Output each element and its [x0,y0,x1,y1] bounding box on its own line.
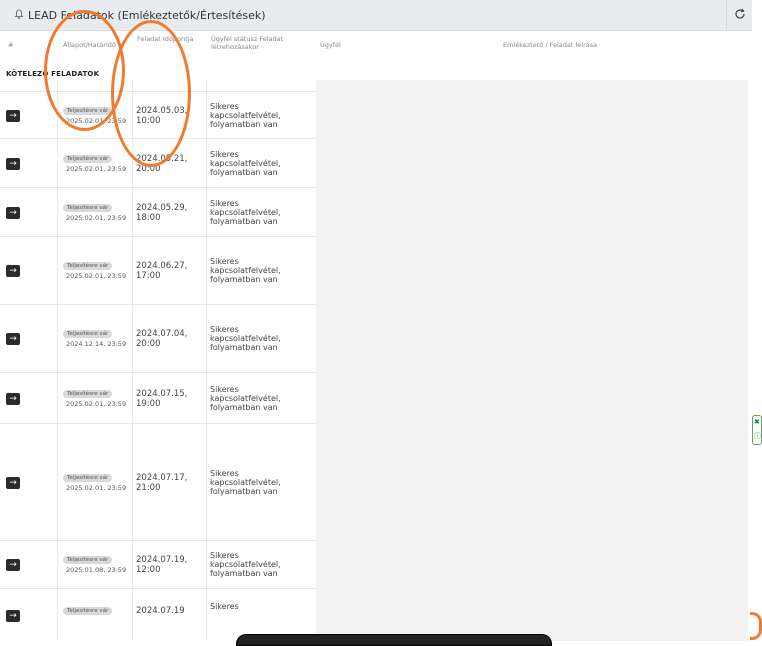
client-status-text: Sikeres kapcsolatfelvétel, folyamatban v… [210,150,281,177]
open-task-button[interactable]: → [6,610,20,622]
table-row[interactable]: → Teljesítésre vár 2025.01.08, 23:59 202… [0,540,316,588]
client-status-text: Sikeres kapcsolatfelvétel, folyamatban v… [210,551,281,578]
task-datetime: 2024.05.29, 18:00 [136,203,188,223]
client-status-text: Sikeres [210,602,239,611]
page-edge [752,0,762,641]
open-task-button[interactable]: → [6,393,20,405]
open-task-button[interactable]: → [6,265,20,277]
deadline-text: 2025.02.01, 23:59 [66,165,127,173]
open-task-button[interactable]: → [6,477,20,489]
table-row[interactable]: → Teljesítésre vár 2024.12.14, 23:59 202… [0,304,316,372]
client-status-text: Sikeres kapcsolatfelvétel, folyamatban v… [210,469,281,496]
column-client-status[interactable]: Ügyfél státusz Feladat létrehozásakor [211,35,311,51]
status-badge: Teljesítésre vár [63,556,113,564]
client-status-text: Sikeres kapcsolatfelvétel, folyamatban v… [210,257,281,284]
side-widget[interactable]: ✖ ⓘ [752,415,762,445]
open-task-button[interactable]: → [6,333,20,345]
client-description-area [316,80,748,641]
client-status-text: Sikeres kapcsolatfelvétel, folyamatban v… [210,325,281,352]
status-badge: Teljesítésre vár [63,390,113,398]
column-description[interactable]: Emlékeztető / Feladat leírása [503,41,597,49]
table-row[interactable]: → Teljesítésre vár 2025.02.01, 23:59 202… [0,187,316,236]
deadline-text: 2024.12.14, 23:59 [66,340,127,348]
status-badge: Teljesítésre vár [63,204,113,212]
annotation-circle [111,20,191,167]
task-datetime: 2024.06.27, 17:00 [136,261,188,281]
client-status-text: Sikeres kapcsolatfelvétel, folyamatban v… [210,385,281,412]
table-row[interactable]: → Teljesítésre vár 2025.02.01, 23:59 202… [0,236,316,304]
open-task-button[interactable]: → [6,158,20,170]
open-task-button[interactable]: → [6,559,20,571]
status-badge: Teljesítésre vár [63,474,113,482]
open-task-button[interactable]: → [6,207,20,219]
bottom-popup[interactable] [236,634,552,646]
refresh-icon [734,8,746,24]
task-datetime: 2024.07.15, 19:00 [136,389,188,409]
task-datetime: 2024.07.19, 12:00 [136,555,188,575]
status-badge: Teljesítésre vár [63,155,113,163]
info-icon[interactable]: ⓘ [754,431,761,441]
deadline-text: 2025.02.01, 23:59 [66,214,127,222]
status-badge: Teljesítésre vár [63,330,113,338]
deadline-text: 2025.02.01, 23:59 [66,484,127,492]
table-row[interactable]: → Teljesítésre vár 2025.02.01, 23:59 202… [0,423,316,540]
status-badge: Teljesítésre vár [63,607,113,615]
status-badge: Teljesítésre vár [63,262,113,270]
close-icon[interactable]: ✖ [754,418,760,426]
bell-icon [14,9,24,22]
task-datetime: 2024.07.19 [136,606,185,616]
column-hash: # [8,41,14,49]
panel-title: LEAD Feladatok (Emlékeztetők/Értesítések… [14,9,266,22]
client-status-text: Sikeres kapcsolatfelvétel, folyamatban v… [210,102,281,129]
deadline-text: 2025.02.01, 23:59 [66,272,127,280]
refresh-button[interactable] [726,0,753,31]
open-task-button[interactable]: → [6,110,20,122]
deadline-text: 2025.01.08, 23:59 [66,566,127,574]
task-datetime: 2024.07.04, 20:00 [136,329,188,349]
deadline-text: 2025.02.01, 23:59 [66,400,127,408]
table-row[interactable]: → Teljesítésre vár 2025.02.01, 23:59 202… [0,372,316,423]
column-client[interactable]: Ügyfél [320,41,341,49]
client-status-text: Sikeres kapcsolatfelvétel, folyamatban v… [210,199,281,226]
task-datetime: 2024.07.17, 21:00 [136,473,188,493]
